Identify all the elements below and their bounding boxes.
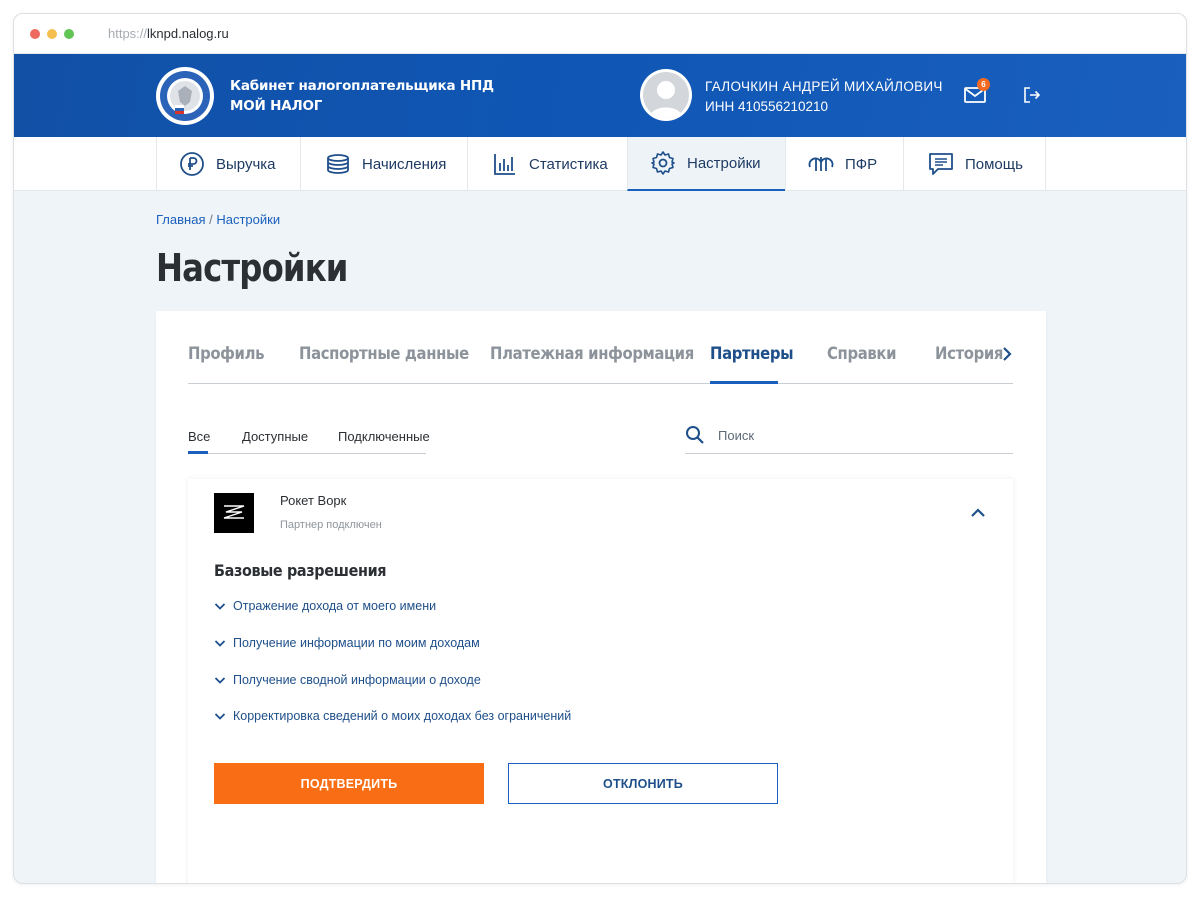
browser-window: https://lknpd.nalog.ru Кабинет налогопла… — [13, 13, 1187, 884]
notification-badge: 6 — [977, 78, 990, 91]
tab-profile[interactable]: Профиль — [188, 344, 265, 363]
close-window-dot[interactable] — [30, 28, 40, 39]
logout-icon[interactable] — [1022, 85, 1042, 105]
brand-line-1: Кабинет налогоплательщика НПД — [230, 78, 494, 94]
user-name: ГАЛОЧКИН АНДРЕЙ МИХАЙЛОВИЧ — [705, 79, 943, 94]
nav-item-charges[interactable]: Начисления — [300, 137, 467, 191]
permissions-title: Базовые разрешения — [214, 561, 387, 580]
chevron-down-icon — [214, 677, 226, 684]
url-host: lknpd.nalog.ru — [147, 26, 229, 41]
chevron-down-icon — [214, 640, 226, 647]
active-tab-indicator — [710, 381, 778, 384]
decline-button[interactable]: ОТКЛОНИТЬ — [508, 763, 778, 804]
nav-item-label: Выручка — [216, 155, 276, 173]
avatar[interactable] — [640, 69, 692, 121]
bar-chart-icon — [492, 151, 518, 177]
permission-item[interactable]: Отражение дохода от моего имени — [214, 599, 436, 613]
chevron-down-icon — [214, 603, 226, 610]
chat-icon — [928, 151, 954, 177]
chevron-up-icon[interactable] — [970, 506, 986, 520]
fns-emblem-logo[interactable] — [156, 67, 214, 125]
tab-certificates[interactable]: Справки — [827, 344, 897, 363]
maximize-window-dot[interactable] — [64, 28, 74, 39]
nav-item-help[interactable]: Помощь — [903, 137, 1046, 191]
partner-card: Рокет Ворк Партнер подключен Базовые раз… — [188, 479, 1013, 883]
address-bar[interactable]: https://lknpd.nalog.ru — [108, 26, 229, 41]
breadcrumb-separator: / — [209, 212, 213, 227]
breadcrumb: Главная / Настройки — [156, 212, 280, 227]
filter-connected[interactable]: Подключенные — [338, 429, 430, 444]
nav-item-pfr[interactable]: ПФР — [785, 137, 903, 191]
nav-item-settings[interactable]: Настройки — [627, 137, 785, 191]
gear-icon — [650, 150, 676, 176]
coins-icon — [325, 151, 351, 177]
brand-title[interactable]: Кабинет налогоплательщика НПД МОЙ НАЛОГ — [230, 76, 494, 116]
user-inn: ИНН 410556210210 — [705, 99, 829, 114]
search-box — [685, 419, 1013, 454]
browser-toolbar: https://lknpd.nalog.ru — [14, 14, 1186, 54]
active-filter-indicator — [188, 451, 208, 454]
chevron-down-icon — [214, 713, 226, 720]
user-info[interactable]: ГАЛОЧКИН АНДРЕЙ МИХАЙЛОВИЧ ИНН 410556210… — [705, 77, 943, 117]
permission-label: Корректировка сведений о моих доходах бе… — [233, 709, 572, 723]
tab-passport[interactable]: Паспортные данные — [299, 344, 469, 363]
nav-item-label: Начисления — [362, 155, 447, 173]
settings-card: Профиль Паспортные данные Платежная инфо… — [156, 311, 1046, 883]
nav-item-label: Настройки — [687, 154, 761, 172]
search-input[interactable] — [718, 424, 998, 446]
partner-name: Рокет Ворк — [280, 493, 347, 508]
permission-item[interactable]: Получение сводной информации о доходе — [214, 673, 481, 687]
permission-label: Получение информации по моим доходам — [233, 636, 480, 650]
tab-payment-info[interactable]: Платежная информация — [490, 344, 694, 363]
main-nav: Выручка Начисления Статистика Настройки — [14, 137, 1186, 191]
permission-label: Отражение дохода от моего имени — [233, 599, 437, 613]
permission-item[interactable]: Корректировка сведений о моих доходах бе… — [214, 709, 571, 723]
permission-label: Получение сводной информации о доходе — [233, 673, 481, 687]
partner-logo — [214, 493, 254, 533]
breadcrumb-current: Настройки — [216, 212, 281, 227]
partner-status: Партнер подключен — [280, 519, 382, 531]
tab-partners[interactable]: Партнеры — [710, 344, 794, 363]
nav-item-revenue[interactable]: Выручка — [156, 137, 300, 191]
brand-line-2: МОЙ НАЛОГ — [230, 98, 323, 114]
nav-item-label: Статистика — [529, 155, 608, 173]
ruble-icon — [179, 151, 205, 177]
filter-all[interactable]: Все — [188, 429, 210, 444]
permission-item[interactable]: Получение информации по моим доходам — [214, 636, 480, 650]
pfr-logo-icon — [808, 151, 834, 177]
partner-filters: Все Доступные Подключенные — [188, 419, 430, 454]
minimize-window-dot[interactable] — [47, 28, 57, 39]
nav-item-statistics[interactable]: Статистика — [467, 137, 627, 191]
chevron-right-icon[interactable] — [1000, 345, 1014, 363]
avatar-placeholder-icon — [643, 72, 689, 118]
site-header: Кабинет налогоплательщика НПД МОЙ НАЛОГ … — [14, 54, 1186, 137]
page-title: Настройки — [156, 246, 348, 290]
tab-history[interactable]: История — [935, 344, 1003, 363]
nav-item-label: ПФР — [845, 155, 878, 173]
confirm-button[interactable]: ПОДТВЕРДИТЬ — [214, 763, 484, 804]
breadcrumb-home-link[interactable]: Главная — [156, 212, 205, 227]
url-protocol: https:// — [108, 26, 148, 41]
search-icon[interactable] — [685, 425, 705, 445]
filter-available[interactable]: Доступные — [242, 429, 308, 444]
nav-item-label: Помощь — [965, 155, 1023, 173]
settings-tabs: Профиль Паспортные данные Платежная инфо… — [188, 311, 1013, 384]
